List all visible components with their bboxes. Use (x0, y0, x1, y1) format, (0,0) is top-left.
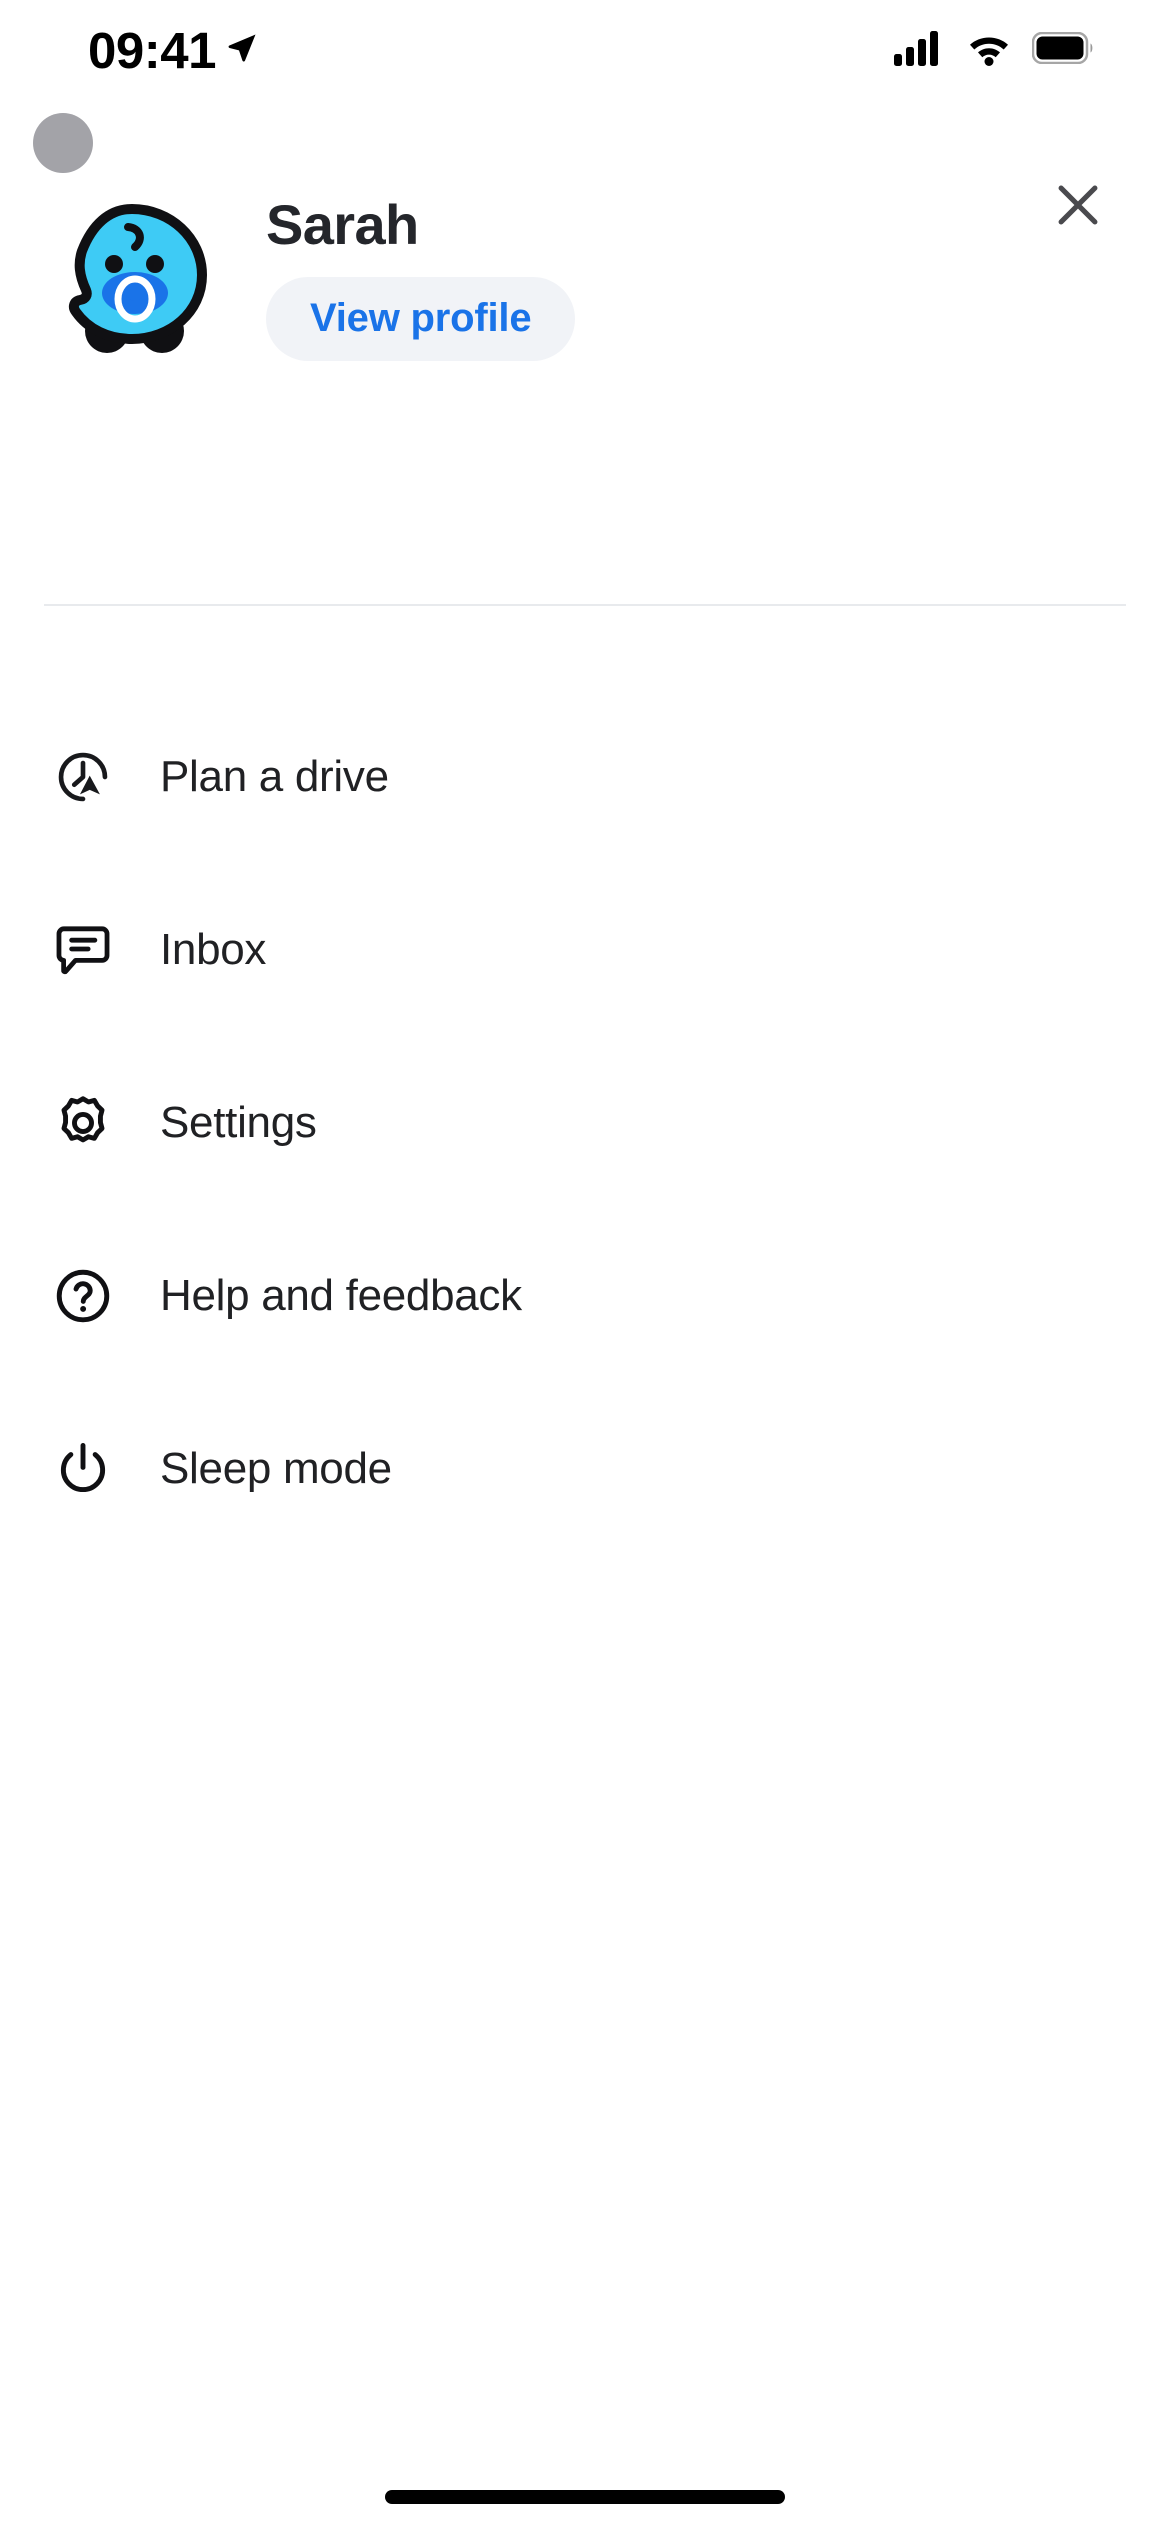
profile-name: Sarah (266, 193, 419, 256)
avatar-placeholder-dot (33, 113, 93, 173)
location-arrow-icon (224, 30, 260, 71)
status-bar-right (894, 30, 1094, 71)
inbox-icon (52, 919, 114, 981)
cellular-signal-icon (894, 30, 946, 71)
menu-item-help-and-feedback[interactable]: Help and feedback (0, 1209, 1170, 1382)
home-indicator[interactable] (385, 2490, 785, 2504)
waze-side-menu-screen: 09:41 Sarah View profile Plan a drive In… (0, 0, 1170, 2532)
menu-item-label: Settings (160, 1097, 317, 1147)
waze-baby-mood-icon (52, 203, 212, 354)
view-profile-button[interactable]: View profile (266, 276, 576, 361)
menu-item-label: Help and feedback (160, 1270, 522, 1320)
menu-item-settings[interactable]: Settings (0, 1036, 1170, 1209)
gear-icon (52, 1092, 114, 1154)
status-bar: 09:41 (0, 0, 1170, 100)
header-divider (44, 604, 1126, 606)
menu-item-label: Sleep mode (160, 1443, 392, 1493)
profile-text-block: Sarah View profile (266, 193, 576, 361)
power-icon (52, 1438, 114, 1500)
question-circle-icon (52, 1265, 114, 1327)
battery-full-icon (1031, 31, 1094, 69)
menu-item-sleep-mode[interactable]: Sleep mode (0, 1382, 1170, 1555)
menu-item-inbox[interactable]: Inbox (0, 863, 1170, 1036)
wifi-icon (964, 30, 1014, 71)
profile-header: Sarah View profile (0, 193, 1170, 361)
menu-item-plan-a-drive[interactable]: Plan a drive (0, 690, 1170, 863)
status-time: 09:41 (88, 21, 216, 79)
plan-a-drive-icon (52, 746, 114, 808)
menu-item-label: Inbox (160, 924, 267, 974)
status-bar-left: 09:41 (88, 25, 260, 76)
menu-item-label: Plan a drive (160, 751, 389, 801)
main-menu: Plan a drive Inbox Settings Help and fee… (0, 690, 1170, 1555)
